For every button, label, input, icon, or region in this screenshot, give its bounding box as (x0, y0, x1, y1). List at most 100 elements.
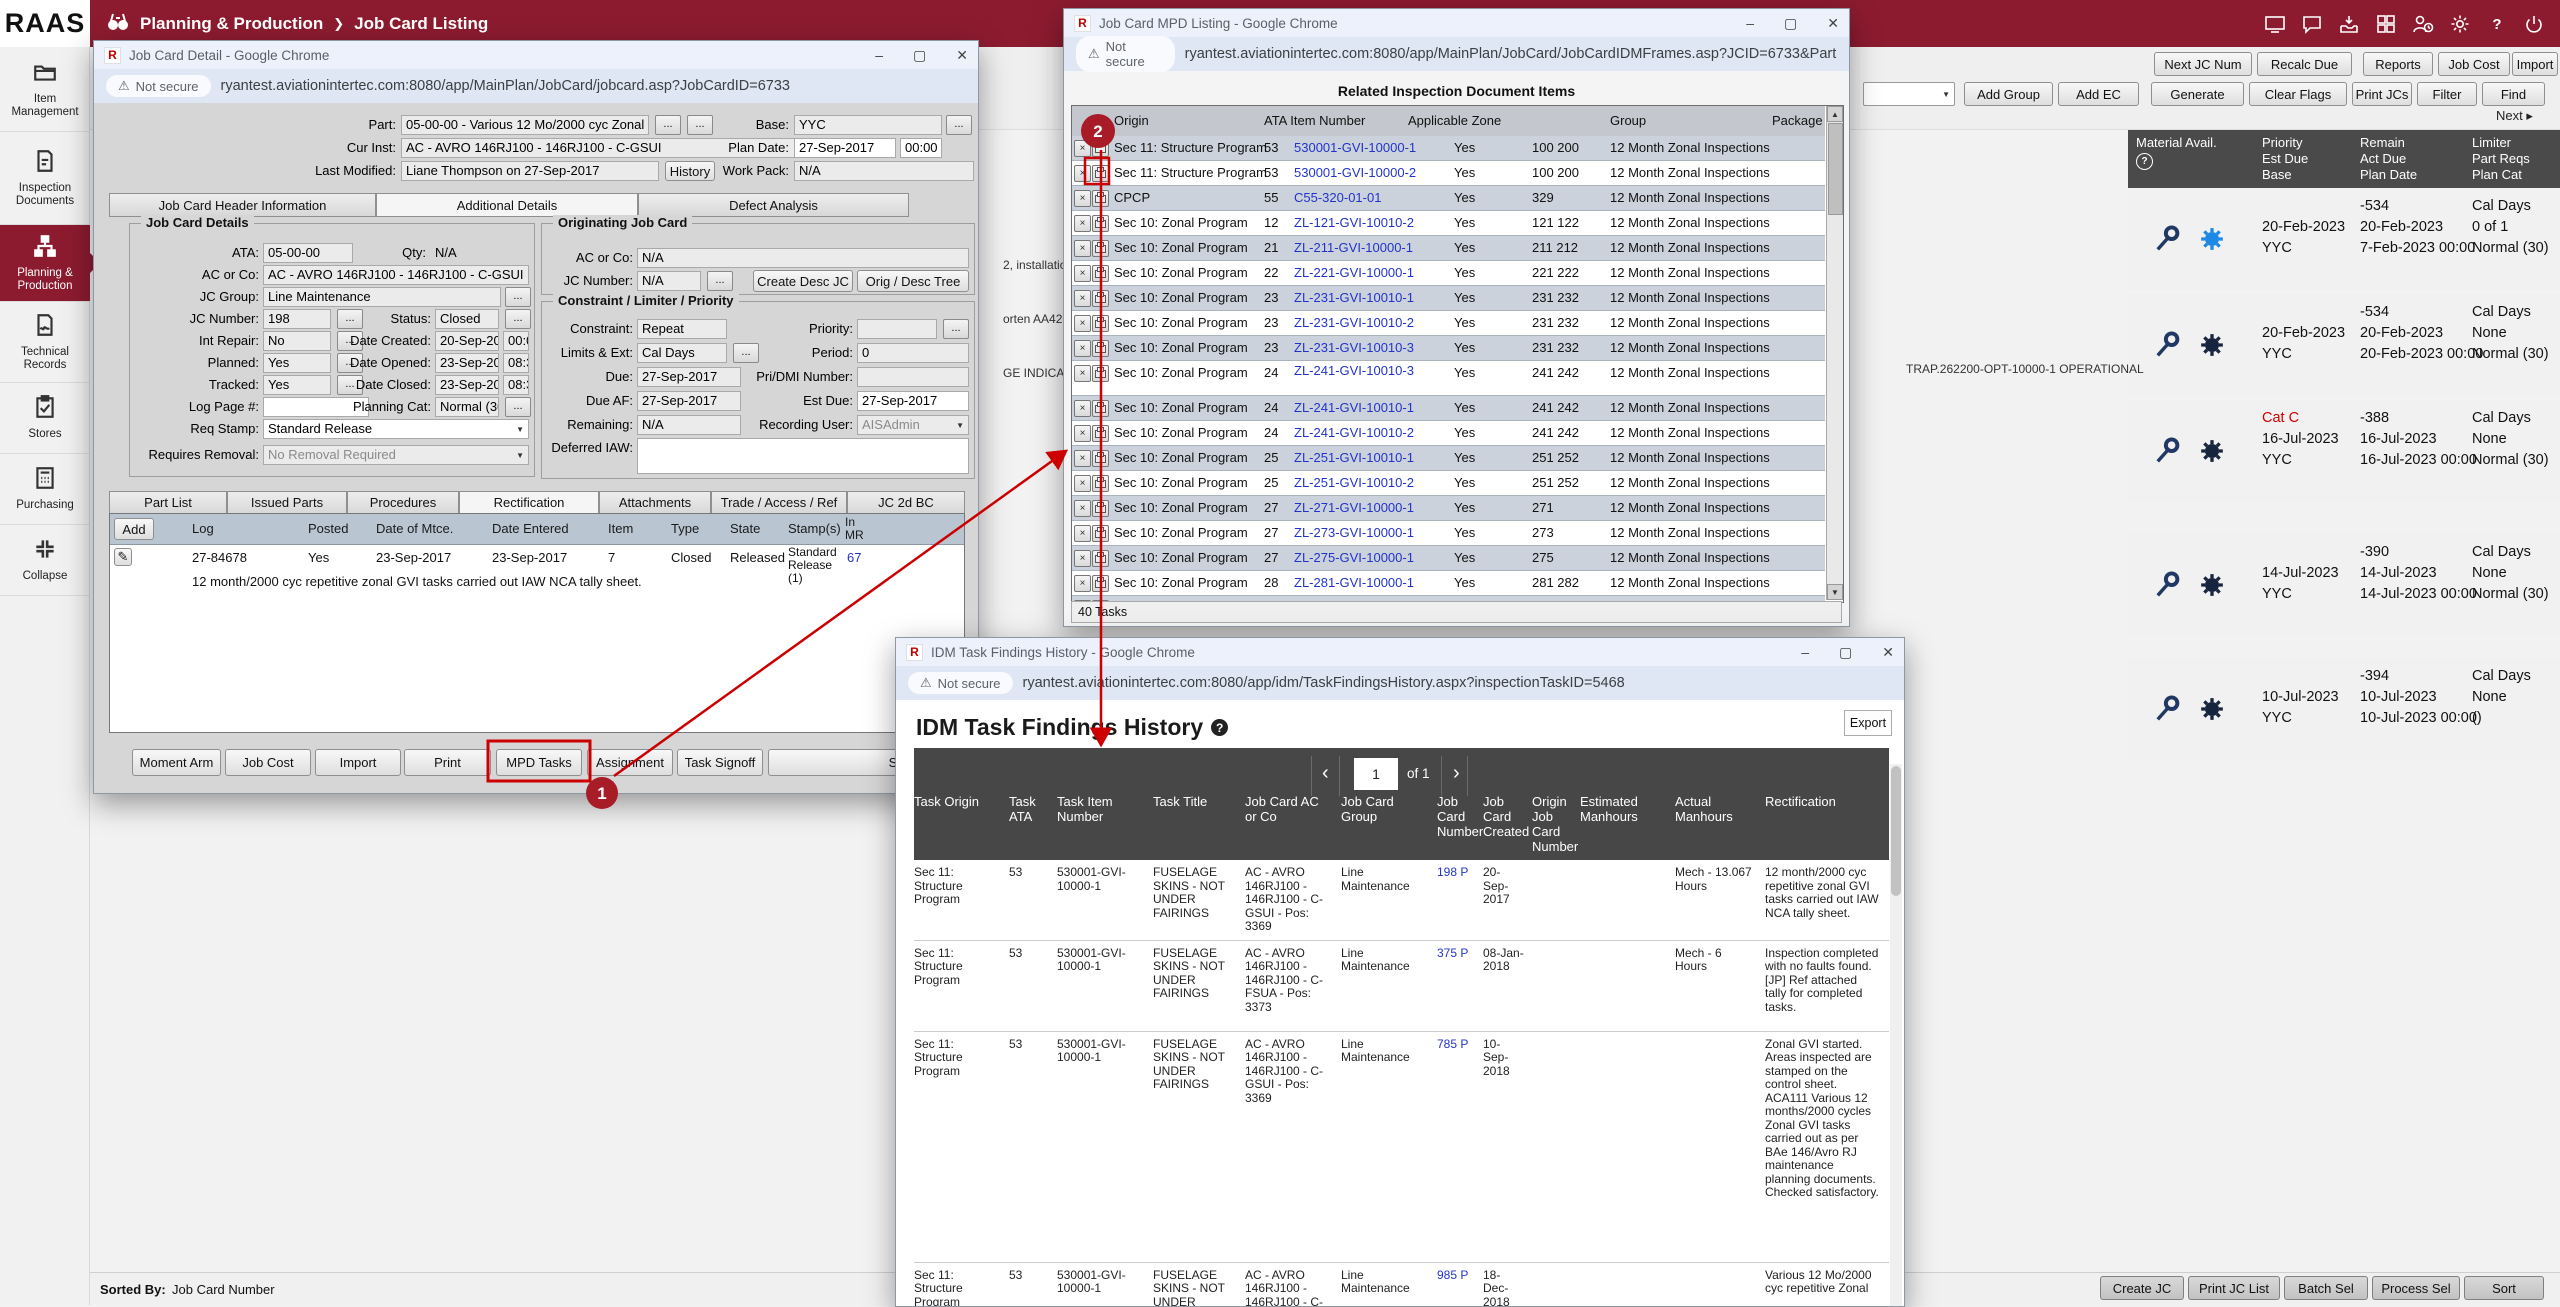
gear-icon[interactable] (2198, 437, 2226, 465)
url-text[interactable]: ryantest.aviationintertec.com:8080/app/M… (1185, 46, 1837, 62)
print-icon[interactable] (1092, 400, 1109, 417)
mpd-row[interactable]: ×Sec 10: Zonal Program27ZL-273-GVI-10000… (1072, 521, 1825, 546)
mpd-row[interactable]: ×Sec 10: Zonal Program24ZL-241-GVI-10010… (1072, 396, 1825, 421)
url-bar[interactable]: ⚠ Not secure ryantest.aviationintertec.c… (1064, 37, 1849, 71)
idm-cell[interactable]: 375 P (1437, 941, 1483, 1031)
import-button[interactable]: Import (315, 749, 401, 776)
cell-item-number-link[interactable]: ZL-241-GVI-10010-2 (1294, 425, 1414, 440)
mpd-row[interactable]: ×Sec 10: Zonal Program23ZL-231-GVI-10010… (1072, 311, 1825, 336)
print-icon[interactable] (1092, 550, 1109, 567)
cell-item-number-link[interactable]: ZL-275-GVI-10000-1 (1294, 550, 1414, 565)
inbox-icon[interactable] (2337, 12, 2361, 36)
wrench-icon[interactable] (2152, 330, 2182, 360)
remove-icon[interactable]: × (1074, 215, 1091, 232)
tab-defect-analysis[interactable]: Defect Analysis (638, 193, 909, 217)
sort-button[interactable]: Sort (2464, 1276, 2544, 1300)
mpd-row[interactable]: ×Sec 10: Zonal Program25ZL-251-GVI-10010… (1072, 446, 1825, 471)
cell-item-number-link[interactable]: ZL-241-GVI-10010-1 (1294, 400, 1414, 415)
remove-icon[interactable]: × (1074, 550, 1091, 567)
remove-icon[interactable]: × (1074, 400, 1091, 417)
tab-jc-2d-bc[interactable]: JC 2d BC (847, 491, 965, 514)
sidebar-item-planning-production[interactable]: Planning & Production (0, 225, 90, 302)
work-pack-field[interactable]: N/A (794, 161, 974, 181)
listing-row[interactable]: 10-Jul-2023YYC-39410-Jul-202310-Jul-2023… (2128, 658, 2560, 760)
batch-sel-button[interactable]: Batch Sel (2284, 1276, 2368, 1300)
job-cost-button[interactable]: Job Cost (2438, 52, 2510, 76)
next-jc-num-button[interactable]: Next JC Num (2154, 52, 2252, 76)
create-jc-button[interactable]: Create JC (2100, 1276, 2184, 1300)
mpd-row[interactable]: ×Sec 10: Zonal Program24ZL-241-GVI-10010… (1072, 361, 1825, 396)
print-icon[interactable] (1092, 450, 1109, 467)
create-desc-jc-button[interactable]: Create Desc JC (753, 270, 853, 292)
listing-row[interactable]: 14-Jul-2023YYC-39014-Jul-202314-Jul-2023… (2128, 534, 2560, 636)
sidebar-item-collapse[interactable]: Collapse (0, 525, 90, 596)
tab-trade-access-ref[interactable]: Trade / Access / Ref (711, 491, 847, 514)
plan-date-field[interactable]: 27-Sep-2017 (794, 138, 896, 158)
apps-icon[interactable] (2374, 12, 2398, 36)
mpd-row[interactable]: ×Sec 10: Zonal Program12ZL-121-GVI-10010… (1072, 211, 1825, 236)
mpd-row[interactable]: ×Sec 10: Zonal Program27ZL-275-GVI-10000… (1072, 546, 1825, 571)
field-value[interactable]: Line Maintenance (263, 287, 501, 307)
print-icon[interactable] (1092, 475, 1109, 492)
url-bar[interactable]: ⚠ Not secure ryantest.aviationintertec.c… (94, 69, 978, 103)
import-button[interactable]: Import (2512, 52, 2558, 76)
print-button[interactable]: Print (404, 749, 491, 776)
mpd-row[interactable]: ×Sec 11: Structure Program53530001-GVI-1… (1072, 161, 1825, 186)
recalc-due-button[interactable]: Recalc Due (2257, 52, 2352, 76)
lookup-button[interactable]: ... (707, 271, 733, 291)
find-button[interactable]: Find (2482, 82, 2545, 106)
clear-flags-button[interactable]: Clear Flags (2249, 82, 2347, 106)
print-icon[interactable] (1092, 575, 1109, 592)
sidebar-item-item-management[interactable]: Item Management (0, 47, 90, 132)
remove-icon[interactable]: × (1074, 500, 1091, 517)
idm-cell[interactable]: 785 P (1437, 1032, 1483, 1262)
field-value[interactable] (857, 319, 937, 339)
remove-icon[interactable]: × (1074, 240, 1091, 257)
breadcrumb-section[interactable]: Planning & Production (140, 14, 323, 34)
print-jcs-button[interactable]: Print JCs (2352, 82, 2412, 106)
window-titlebar[interactable]: R IDM Task Findings History - Google Chr… (896, 638, 1904, 666)
mpd-row[interactable]: ×Sec 10: Zonal Program24ZL-241-GVI-10010… (1072, 421, 1825, 446)
url-text[interactable]: ryantest.aviationintertec.com:8080/app/M… (221, 78, 790, 94)
listing-row[interactable]: Cat C16-Jul-2023YYC-38816-Jul-202316-Jul… (2128, 400, 2560, 502)
settings-icon[interactable] (2448, 12, 2472, 36)
process-sel-button[interactable]: Process Sel (2372, 1276, 2460, 1300)
minimize-icon[interactable]: – (1801, 644, 1809, 661)
remove-icon[interactable]: × (1074, 365, 1091, 382)
page-number-input[interactable]: 1 (1354, 758, 1398, 790)
url-text[interactable]: ryantest.aviationintertec.com:8080/app/i… (1023, 675, 1625, 691)
scrollbar[interactable]: ▲ ▼ (1826, 106, 1843, 600)
cell-item-number-link[interactable]: ZL-221-GVI-10000-1 (1294, 265, 1414, 280)
export-button[interactable]: Export (1844, 710, 1892, 736)
lookup-button[interactable]: ... (943, 319, 969, 339)
cell-item-number-link[interactable]: C55-320-01-01 (1294, 190, 1381, 205)
cell-item-number-link[interactable]: ZL-281-GVI-10000-1 (1294, 575, 1414, 590)
listing-row[interactable]: 20-Feb-2023YYC-53420-Feb-202320-Feb-2023… (2128, 294, 2560, 396)
add-button[interactable]: Add (114, 518, 154, 540)
deferred-iaw-field[interactable] (637, 438, 969, 474)
remove-icon[interactable]: × (1074, 140, 1091, 157)
field-value[interactable]: N/A (637, 248, 969, 268)
mpd-row[interactable]: ×Sec 10: Zonal Program25ZL-251-GVI-10010… (1072, 471, 1825, 496)
tab-issued-parts[interactable]: Issued Parts (227, 491, 347, 514)
remove-icon[interactable]: × (1074, 425, 1091, 442)
wrench-icon[interactable] (2152, 224, 2182, 254)
wrench-icon[interactable] (2152, 570, 2182, 600)
cell-item-number-link[interactable]: ZL-273-GVI-10000-1 (1294, 525, 1414, 540)
minimize-icon[interactable]: – (1746, 15, 1754, 32)
job-cost-button[interactable]: Job Cost (225, 749, 311, 776)
wrench-icon[interactable] (2152, 694, 2182, 724)
cell-item-number-link[interactable]: ZL-231-GVI-10010-2 (1294, 315, 1414, 330)
task-signoff-button[interactable]: Task Signoff (677, 749, 763, 776)
add-ec-button[interactable]: Add EC (2058, 82, 2139, 106)
scrollbar[interactable] (1890, 764, 1902, 1306)
field-value[interactable]: N/A (637, 271, 701, 291)
cell-item-number-link[interactable]: ZL-251-GVI-10010-1 (1294, 450, 1414, 465)
chat-icon[interactable] (2300, 12, 2324, 36)
plan-time-field[interactable]: 00:00 (900, 138, 942, 158)
print-icon[interactable] (1092, 140, 1109, 157)
scroll-down-icon[interactable]: ▼ (1827, 584, 1843, 600)
wrench-icon[interactable] (2152, 436, 2182, 466)
cell-item-number-link[interactable]: ZL-211-GVI-10000-1 (1294, 240, 1413, 255)
print-icon[interactable] (1092, 265, 1109, 282)
